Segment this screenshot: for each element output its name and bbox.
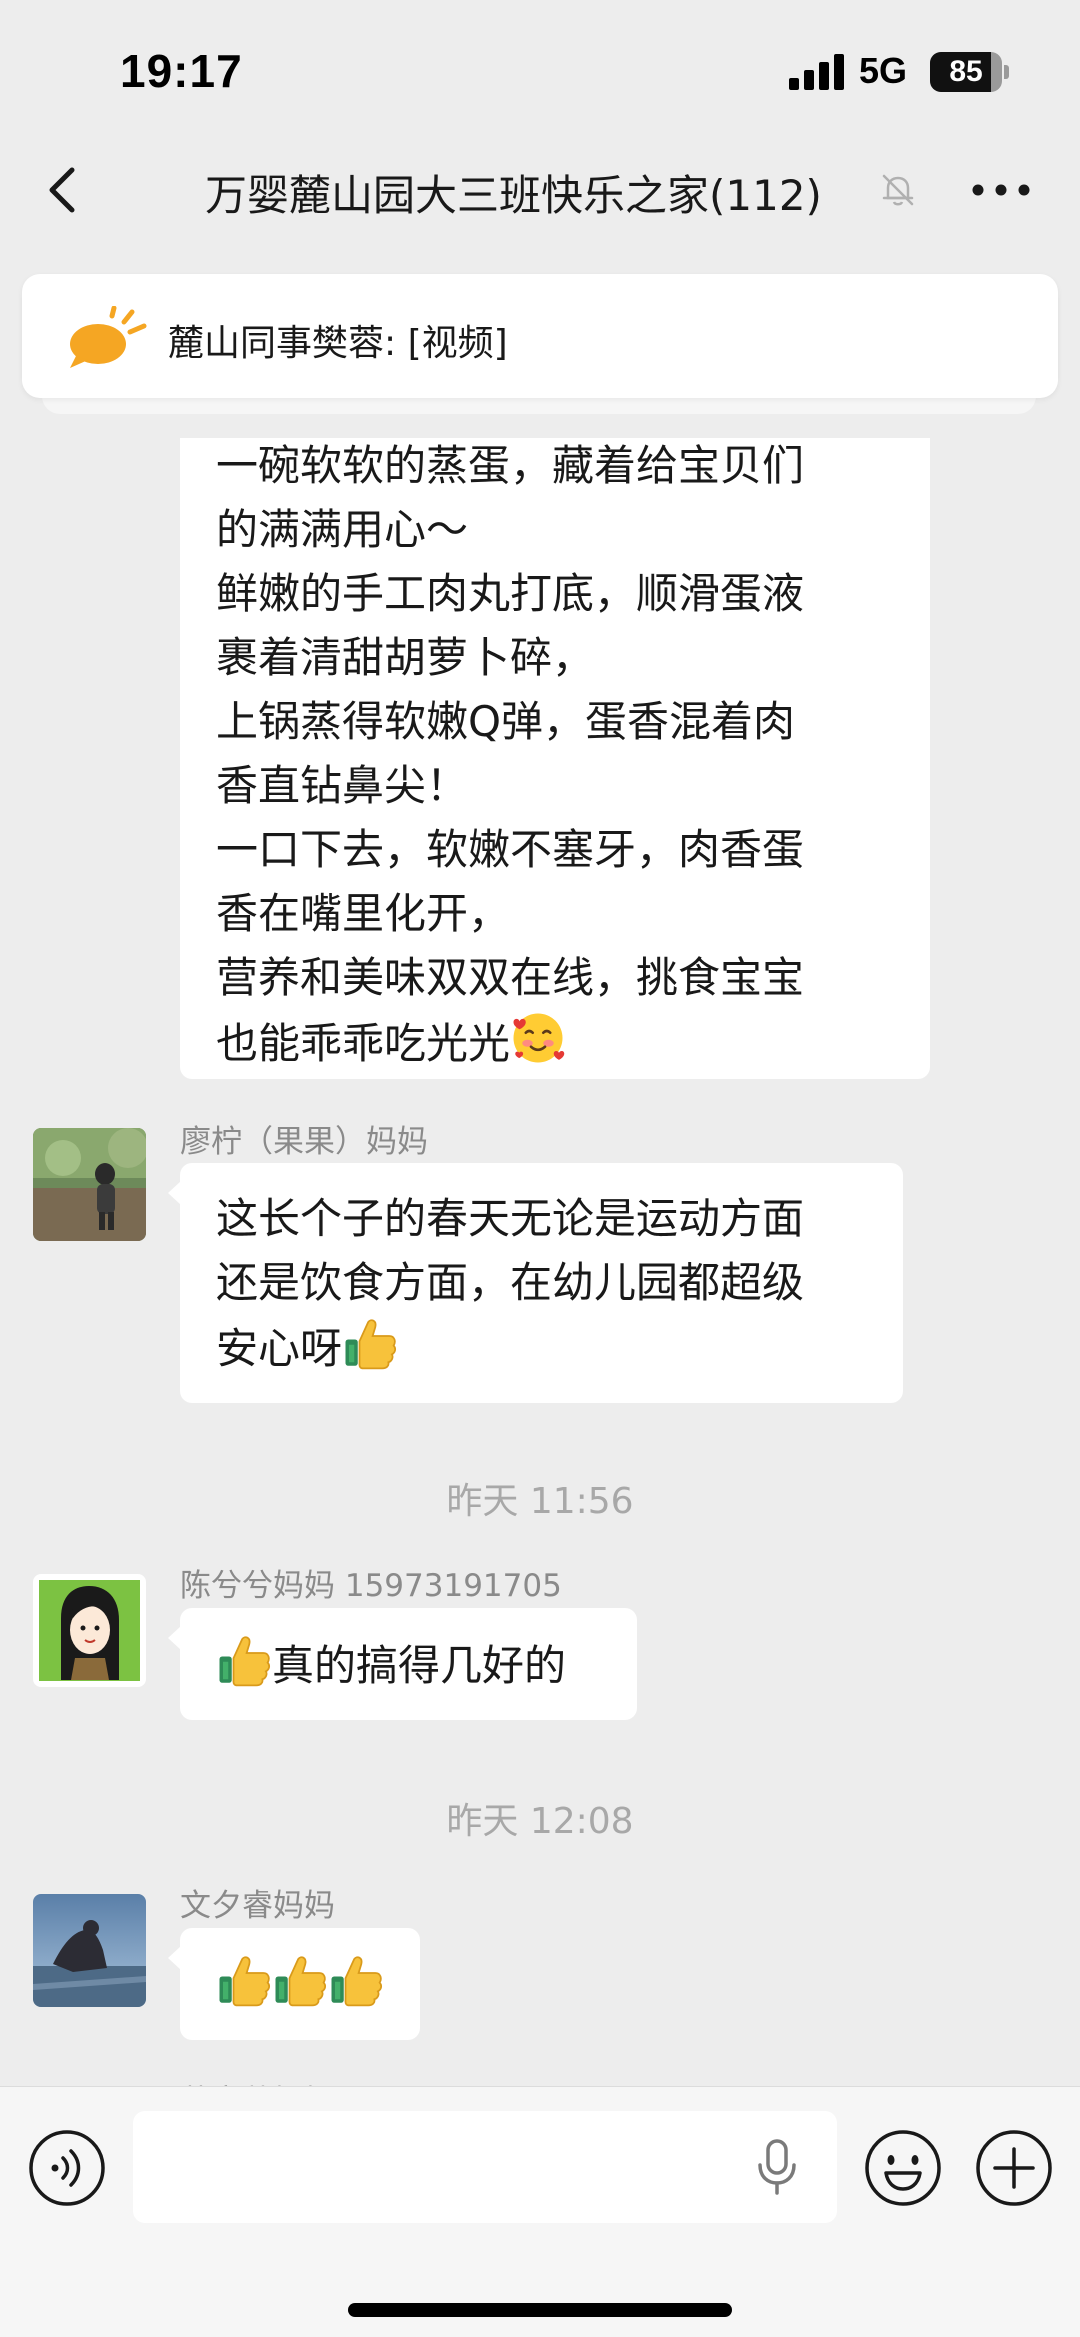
- status-time: 19:17: [120, 45, 243, 97]
- message-line-text: 安心呀: [216, 1324, 343, 1373]
- signal-icon: [789, 54, 844, 90]
- message-line: 安心呀: [216, 1315, 867, 1381]
- message-line: 一碗软软的蒸蛋，藏着给宝贝们: [216, 441, 805, 490]
- voice-button[interactable]: [28, 2129, 106, 2207]
- message-bubble[interactable]: 这长个子的春天无论是运动方面 还是饮食方面，在幼儿园都超级 安心呀: [180, 1163, 903, 1403]
- emoji-button[interactable]: [864, 2129, 942, 2207]
- message-line: 香直钻鼻尖！: [216, 761, 469, 810]
- back-button[interactable]: [36, 160, 96, 220]
- chat-title: 万婴麓山园大三班快乐之家(112): [205, 171, 822, 220]
- message-line: 裹着清甜胡萝卜碎，: [216, 633, 595, 682]
- pinned-notice[interactable]: 麓山同事樊蓉: [视频]: [22, 274, 1058, 398]
- avatar[interactable]: [33, 1894, 146, 2007]
- message-line: 香在嘴里化开，: [216, 889, 511, 938]
- thumbs-up-icon: [272, 1952, 328, 2008]
- thumbs-up-icon: [216, 1952, 272, 2008]
- message-line: 这长个子的春天无论是运动方面: [216, 1194, 805, 1243]
- message-line: 上锅蒸得软嫩Q弹，蛋香混着肉: [216, 697, 796, 746]
- smiling-face-with-hearts-icon: [513, 1013, 565, 1063]
- plus-circle-icon: [976, 2130, 1052, 2206]
- timestamp: 昨天 11:56: [446, 1481, 634, 1522]
- sender-name: 廖柠（果果）妈妈: [180, 1124, 428, 1160]
- message-line: 也能乖乖吃光光: [216, 1010, 894, 1076]
- thumbs-up-icon: [328, 1952, 384, 2008]
- notice-text: 麓山同事樊蓉: [视频]: [168, 323, 508, 364]
- sender-name: 莫奕萌妈妈: [180, 2076, 335, 2086]
- microphone-icon[interactable]: [750, 2137, 804, 2197]
- network-label: 5G: [859, 50, 908, 91]
- message-bubble[interactable]: [180, 1928, 420, 2040]
- message-input[interactable]: [133, 2111, 837, 2223]
- message-line: 鲜嫩的手工肉丸打底，顺滑蛋液: [216, 569, 805, 618]
- timestamp: 昨天 12:08: [446, 1801, 634, 1842]
- more-button[interactable]: [966, 160, 1036, 220]
- battery-level: 85: [949, 55, 983, 88]
- message-text: 真的搞得几好的: [272, 1641, 567, 1690]
- home-indicator: [348, 2303, 732, 2317]
- message-line: 真的搞得几好的: [216, 1632, 601, 1698]
- message-line-text: 也能乖乖吃光光: [216, 1019, 511, 1068]
- plus-button[interactable]: [975, 2129, 1053, 2207]
- message-bubble[interactable]: 真的搞得几好的: [180, 1608, 637, 1720]
- avatar-photo: [33, 1128, 146, 1241]
- message-line: 营养和美味双双在线，挑食宝宝: [216, 953, 805, 1002]
- thumbs-up-icon: [216, 1632, 272, 1688]
- chevron-left-icon: [49, 167, 75, 213]
- megaphone-icon: [70, 306, 147, 368]
- bell-slash-icon: [882, 174, 914, 206]
- smiley-icon: [865, 2130, 941, 2206]
- voice-wave-icon: [29, 2130, 105, 2206]
- message-line: 一口下去，软嫩不塞牙，肉香蛋: [216, 825, 805, 874]
- sender-name: 文夕睿妈妈: [180, 1888, 335, 1924]
- message-line: 的满满用心～: [216, 505, 469, 554]
- status-bar: 19:17 5G 85: [0, 0, 1080, 140]
- avatar-photo: [33, 1894, 146, 2007]
- input-bar: [0, 2086, 1080, 2337]
- avatar[interactable]: [33, 1574, 146, 1687]
- thumbs-up-icon: [342, 1315, 398, 1371]
- battery-icon: 85: [930, 52, 1009, 92]
- ellipsis-icon: [972, 184, 1030, 196]
- avatar[interactable]: [33, 1128, 146, 1241]
- chat-area[interactable]: 一碗软软的蒸蛋，藏着给宝贝们 的满满用心～ 鲜嫩的手工肉丸打底，顺滑蛋液 裹着清…: [0, 438, 1080, 2086]
- sender-name: 陈兮兮妈妈 15973191705: [180, 1568, 562, 1604]
- message-line: 还是饮食方面，在幼儿园都超级: [216, 1258, 805, 1307]
- message-bubble[interactable]: 一碗软软的蒸蛋，藏着给宝贝们 的满满用心～ 鲜嫩的手工肉丸打底，顺滑蛋液 裹着清…: [180, 438, 930, 1079]
- avatar-photo: [33, 1574, 146, 1687]
- nav-bar: 万婴麓山园大三班快乐之家(112): [0, 140, 1080, 240]
- message-line: [216, 1952, 384, 2018]
